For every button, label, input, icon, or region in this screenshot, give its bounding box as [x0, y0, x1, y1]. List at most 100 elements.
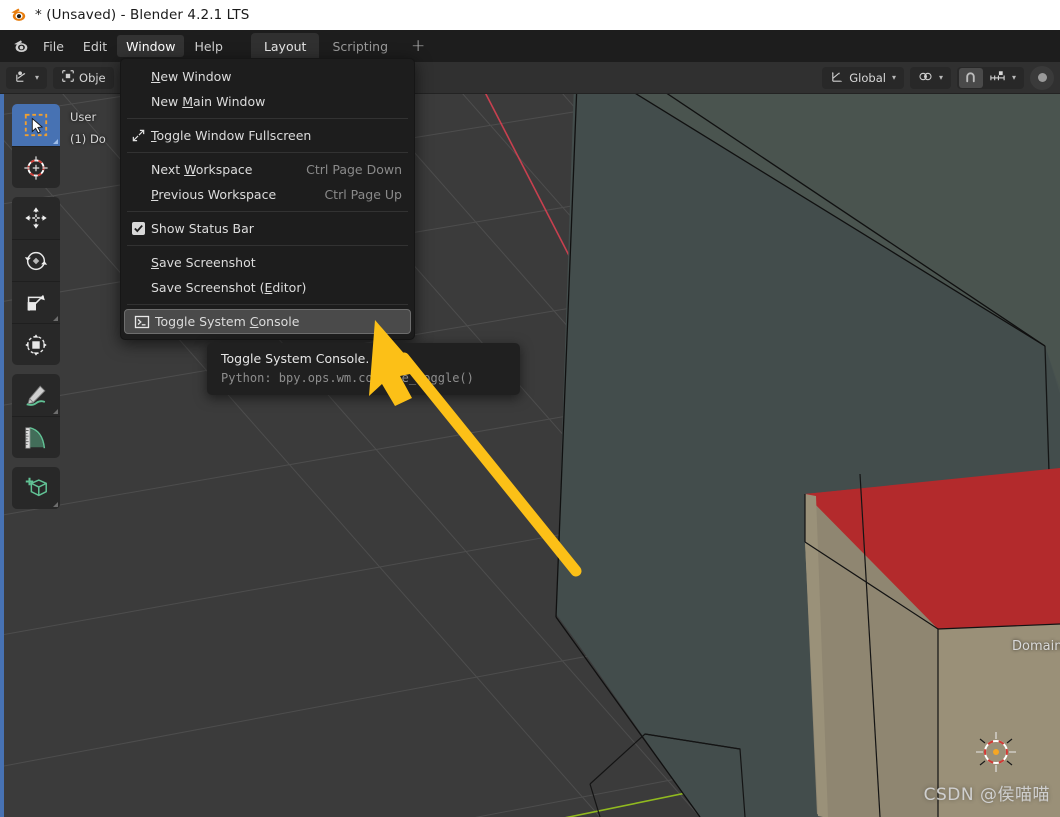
checkbox-checked: [131, 222, 145, 235]
tooltip-title: Toggle System Console.: [221, 351, 370, 366]
pivot-point-group: ▾: [909, 66, 951, 89]
watermark-text: CSDN @侯喵喵: [923, 785, 1050, 805]
add-cube-icon: [25, 477, 47, 497]
fullscreen-icon: [127, 125, 149, 147]
pivot-point-selector[interactable]: ▾: [912, 68, 949, 88]
menu-label: Toggle Window Fullscreen: [151, 128, 312, 143]
annotate-pencil-icon: [26, 385, 46, 406]
menu-icon-slot: [127, 252, 149, 274]
menu-item-toggle-system-console[interactable]: Toggle System Console: [124, 309, 411, 334]
menu-item-show-status-bar[interactable]: Show Status Bar: [121, 216, 414, 241]
tool-move[interactable]: [12, 197, 60, 239]
tool-group-select: [12, 104, 60, 188]
snap-magnet-icon[interactable]: [958, 67, 983, 88]
menu-item-new-window[interactable]: New Window: [121, 64, 414, 89]
tool-group-transform: [12, 197, 60, 365]
transform-orientation-group: Global ▾: [822, 66, 904, 89]
menu-item-save-screenshot[interactable]: Save Screenshot: [121, 250, 414, 275]
add-workspace-button[interactable]: +: [401, 33, 435, 59]
transform-icon: [25, 333, 47, 356]
transform-orientation-label: Global: [849, 70, 886, 85]
menu-separator: [127, 118, 408, 119]
tool-submenu-corner-icon: [53, 139, 58, 144]
measure-ruler-icon: [25, 426, 46, 449]
tool-rotate[interactable]: [12, 239, 60, 281]
snap-to-selector[interactable]: ▾: [983, 68, 1022, 88]
chevron-down-icon: ▾: [891, 73, 896, 82]
viewport-toolbar: [12, 104, 60, 518]
chevron-down-icon: ▾: [938, 73, 943, 82]
snapping-group: ▾: [956, 66, 1024, 89]
menu-shortcut: Ctrl Page Up: [324, 187, 402, 202]
editor-type-3d-viewport-icon[interactable]: ▾: [8, 68, 45, 88]
tool-select-box[interactable]: [12, 104, 60, 146]
tooltip: Toggle System Console. Python: bpy.ops.w…: [207, 343, 520, 395]
menu-label: Previous Workspace: [151, 187, 277, 202]
object-mode-icon: [61, 69, 75, 86]
proportional-editing-icon[interactable]: [1030, 65, 1054, 90]
viewport-overlay-line-1: User: [70, 110, 97, 124]
menu-separator: [127, 304, 408, 305]
3d-cursor-icon: [24, 155, 48, 180]
menu-item-next-workspace[interactable]: Next Workspace Ctrl Page Down: [121, 157, 414, 182]
viewport-info-overlay: User (1) Do: [70, 106, 106, 150]
menu-item-previous-workspace[interactable]: Previous Workspace Ctrl Page Up: [121, 182, 414, 207]
editor-type-group: ▾: [6, 66, 48, 89]
menu-label: Save Screenshot (Editor): [151, 280, 307, 295]
tool-transform[interactable]: [12, 323, 60, 365]
tool-scale[interactable]: [12, 281, 60, 323]
menu-label: Show Status Bar: [151, 221, 254, 236]
blender-app-window: * (Unsaved) - Blender 4.2.1 LTS File Edi…: [0, 0, 1060, 817]
object-name-label-domain: Domain: [1012, 639, 1060, 654]
select-box-icon: [24, 113, 48, 137]
viewport-selected-edge-highlight: [0, 94, 4, 817]
chevron-down-icon: ▾: [1011, 73, 1016, 82]
window-menu-dropdown[interactable]: New Window New Main Window Toggle Window…: [120, 58, 415, 340]
viewport-header-right: Global ▾ ▾ ▾: [816, 65, 1060, 90]
object-mode-selector[interactable]: Obje: [55, 68, 112, 88]
tool-add-cube[interactable]: [12, 467, 60, 509]
tool-cursor[interactable]: [12, 146, 60, 188]
tab-layout[interactable]: Layout: [250, 33, 320, 59]
menu-file[interactable]: File: [34, 35, 73, 57]
checkbox-icon[interactable]: [127, 218, 149, 240]
menu-window[interactable]: Window: [117, 35, 185, 57]
menu-separator: [127, 152, 408, 153]
tool-annotate[interactable]: [12, 374, 60, 416]
transform-orientation-selector[interactable]: Global ▾: [824, 68, 902, 88]
os-title-bar: * (Unsaved) - Blender 4.2.1 LTS: [0, 0, 1060, 30]
tool-group-add: [12, 467, 60, 509]
menu-edit[interactable]: Edit: [74, 35, 116, 57]
proportional-editing-dot: [1037, 73, 1047, 82]
menu-item-new-main-window[interactable]: New Main Window: [121, 89, 414, 114]
menu-icon-slot: [127, 277, 149, 299]
menu-separator: [127, 245, 408, 246]
menu-label: Toggle System Console: [155, 314, 300, 329]
menu-label: Next Workspace: [151, 162, 253, 177]
menu-help[interactable]: Help: [185, 35, 232, 57]
menu-icon-slot: [127, 91, 149, 113]
tooltip-python-path: Python: bpy.ops.wm.console_toggle(): [221, 371, 474, 385]
tab-scripting[interactable]: Scripting: [319, 33, 401, 59]
rotate-icon: [24, 251, 48, 270]
menu-item-toggle-window-fullscreen[interactable]: Toggle Window Fullscreen: [121, 123, 414, 148]
workspace-tabs: Layout Scripting +: [250, 32, 435, 60]
menu-icon-slot: [127, 66, 149, 88]
menu-label: Save Screenshot: [151, 255, 256, 270]
menu-shortcut: Ctrl Page Down: [306, 162, 402, 177]
menu-separator: [127, 211, 408, 212]
tool-measure[interactable]: [12, 416, 60, 458]
move-icon: [25, 207, 47, 229]
blender-app-menu-icon[interactable]: [6, 33, 34, 59]
object-mode-label: Obje: [79, 70, 106, 85]
tool-submenu-corner-icon: [53, 316, 58, 321]
transform-orientation-icon: [830, 69, 845, 87]
tool-submenu-corner-icon: [53, 502, 58, 507]
snap-increment-icon: [989, 69, 1006, 86]
menu-label: New Main Window: [151, 94, 266, 109]
menu-icon-slot: [127, 184, 149, 206]
blender-logo-icon: [8, 5, 28, 25]
menu-item-save-screenshot-editor[interactable]: Save Screenshot (Editor): [121, 275, 414, 300]
pivot-point-icon: [918, 69, 933, 87]
scale-icon: [27, 294, 45, 311]
